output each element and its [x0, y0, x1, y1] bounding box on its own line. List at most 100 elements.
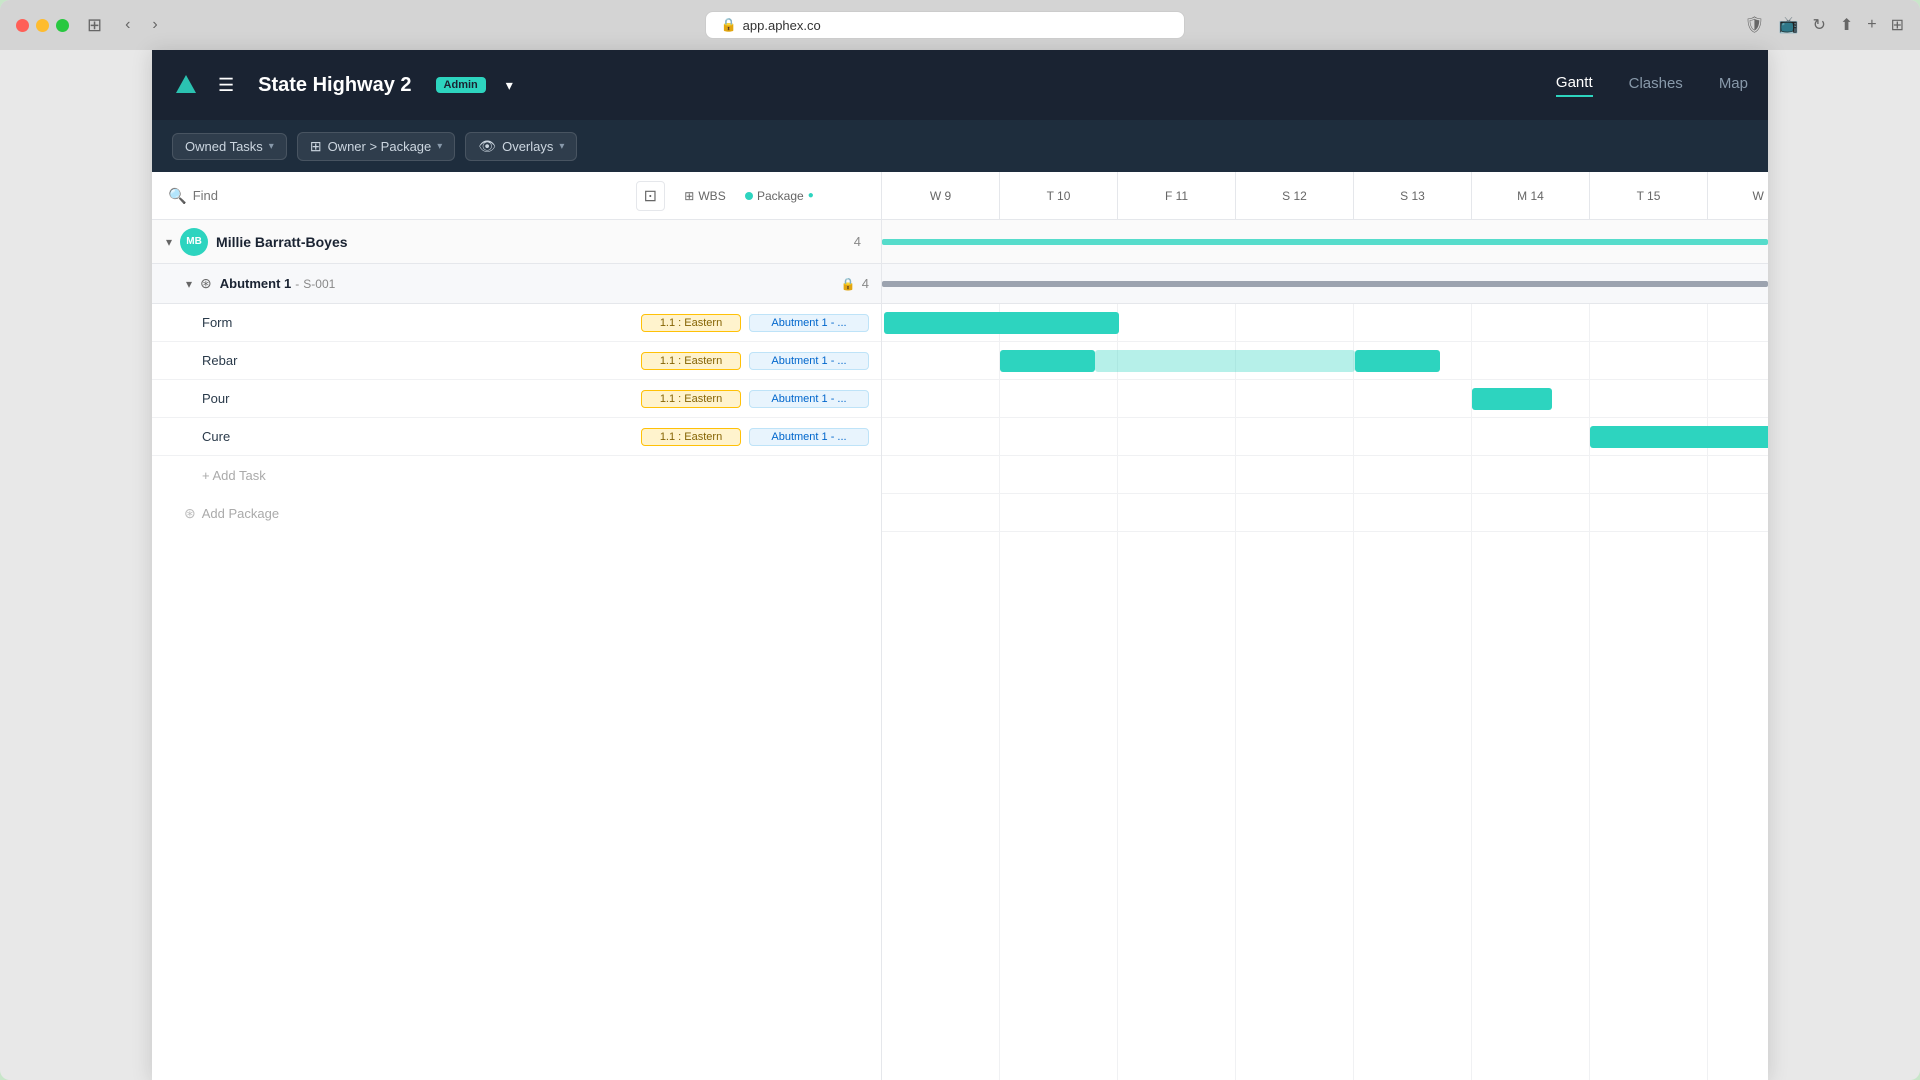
owner-package-label: Owner > Package [328, 139, 432, 154]
search-icon: 🔍 [168, 187, 187, 205]
package-code: - [295, 277, 299, 291]
grid-icon: ⊞ [684, 189, 694, 203]
tab-gantt[interactable]: Gantt [1556, 74, 1593, 97]
group-name: Millie Barratt-Boyes [216, 234, 854, 250]
pour-gantt-bar[interactable] [1472, 388, 1552, 410]
owned-tasks-chevron-icon: ▾ [269, 141, 274, 152]
gantt-week-9: W 9 [882, 172, 1000, 219]
refresh-icon[interactable]: ↻ [1812, 15, 1825, 35]
minimize-button[interactable] [36, 19, 49, 32]
package-count: 4 [862, 276, 869, 291]
share-icon[interactable]: ⬆ [1840, 15, 1853, 35]
gantt-row-cure [882, 418, 1768, 456]
tab-map[interactable]: Map [1719, 75, 1748, 96]
wbs-tag: 1.1 : Eastern [641, 390, 741, 408]
group-gantt-bar [882, 239, 1768, 245]
gantt-body [882, 220, 1768, 1080]
main-content: 🔍 ⊡ ⊞ WBS Package ● [152, 172, 1768, 1080]
sidebar-toggle-icon[interactable]: ⊞ [81, 13, 108, 38]
owned-tasks-button[interactable]: Owned Tasks ▾ [172, 133, 287, 160]
package-gantt-bar [882, 281, 1768, 287]
table-row: Cure 1.1 : Eastern Abutment 1 - ... [152, 418, 881, 456]
table-row: Pour 1.1 : Eastern Abutment 1 - ... [152, 380, 881, 418]
gantt-week-15: T 15 [1590, 172, 1708, 219]
browser-window: ⊞ ‹ › 🔒 app.aphex.co 🛡 📺 ↻ ⬆ + ⊞ ☰ [0, 0, 1920, 1080]
url-text: app.aphex.co [743, 18, 821, 33]
package-active-indicator: ● [808, 190, 814, 201]
add-task-row[interactable]: + Add Task [152, 456, 881, 494]
shield-icon[interactable]: 🛡 [1744, 15, 1764, 35]
gantt-row-empty-1 [882, 456, 1768, 494]
gantt-panel: W 9 T 10 F 11 S 12 S 13 M 14 [882, 172, 1768, 1080]
owner-package-button[interactable]: ⊞ Owner > Package ▾ [297, 132, 455, 161]
close-button[interactable] [16, 19, 29, 32]
package-tag: Abutment 1 - ... [749, 352, 869, 370]
gantt-row-rebar [882, 342, 1768, 380]
rebar-gantt-bar-solid[interactable] [1000, 350, 1095, 372]
overlays-chevron-icon: ▾ [559, 141, 564, 152]
url-bar-container: 🔒 app.aphex.co [175, 11, 1716, 39]
gantt-row-pour [882, 380, 1768, 418]
columns-toggle-button[interactable]: ⊡ [636, 181, 665, 211]
nav-tabs: Gantt Clashes Map [1556, 74, 1748, 97]
left-panel: 🔍 ⊡ ⊞ WBS Package ● [152, 172, 882, 1080]
gantt-week-10: T 10 [1000, 172, 1118, 219]
layers-icon: ⊛ [200, 275, 212, 292]
form-gantt-bar[interactable] [884, 312, 1119, 334]
package-tag: Abutment 1 - ... [749, 428, 869, 446]
forward-button[interactable]: › [147, 14, 162, 36]
app-logo: ☰ State Highway 2 Admin ▾ [172, 71, 513, 99]
wbs-column-header: ⊞ WBS [665, 189, 745, 203]
gantt-week-13: S 13 [1354, 172, 1472, 219]
admin-badge: Admin [436, 77, 486, 93]
add-package-label: Add Package [202, 506, 279, 521]
table-row: Form 1.1 : Eastern Abutment 1 - ... [152, 304, 881, 342]
browser-titlebar: ⊞ ‹ › 🔒 app.aphex.co 🛡 📺 ↻ ⬆ + ⊞ [0, 0, 1920, 50]
overlays-icon: 👁 [478, 138, 496, 155]
aphex-logo-icon [172, 71, 200, 99]
maximize-button[interactable] [56, 19, 69, 32]
overlays-button[interactable]: 👁 Overlays ▾ [465, 132, 577, 161]
group-count: 4 [854, 234, 861, 249]
url-bar[interactable]: 🔒 app.aphex.co [705, 11, 1185, 39]
search-input[interactable] [193, 188, 393, 203]
cast-icon[interactable]: 📺 [1779, 15, 1799, 35]
package-code-value: S-001 [303, 277, 335, 291]
package-tag: Abutment 1 - ... [749, 390, 869, 408]
table-body: ▾ MB Millie Barratt-Boyes 4 ▾ ⊛ Abutment… [152, 220, 881, 1080]
gantt-row-form [882, 304, 1768, 342]
table-header: 🔍 ⊡ ⊞ WBS Package ● [152, 172, 881, 220]
grid-icon[interactable]: ⊞ [1891, 15, 1904, 35]
rebar-gantt-bar-solid2[interactable] [1355, 350, 1440, 372]
task-name: Form [202, 315, 641, 330]
gantt-header: W 9 T 10 F 11 S 12 S 13 M 14 [882, 172, 1768, 220]
new-tab-icon[interactable]: + [1867, 16, 1876, 34]
layers-add-icon: ⊛ [184, 505, 196, 522]
add-package-row[interactable]: ⊛ Add Package [152, 494, 881, 532]
project-chevron-icon[interactable]: ▾ [506, 77, 513, 94]
toolbar: Owned Tasks ▾ ⊞ Owner > Package ▾ 👁 Over… [152, 120, 1768, 172]
wbs-tag: 1.1 : Eastern [641, 314, 741, 332]
project-title: State Highway 2 [258, 74, 411, 97]
traffic-lights [16, 19, 69, 32]
gantt-week-14: M 14 [1472, 172, 1590, 219]
back-button[interactable]: ‹ [120, 14, 135, 36]
table-row: Rebar 1.1 : Eastern Abutment 1 - ... [152, 342, 881, 380]
overlays-label: Overlays [502, 139, 553, 154]
wbs-tag: 1.1 : Eastern [641, 352, 741, 370]
group-row: ▾ MB Millie Barratt-Boyes 4 [152, 220, 881, 264]
cure-gantt-bar[interactable] [1590, 426, 1768, 448]
task-name: Pour [202, 391, 641, 406]
lock-icon: 🔒 [720, 17, 736, 33]
app-container: ☰ State Highway 2 Admin ▾ Gantt Clashes … [152, 50, 1768, 1080]
package-icon: ⊞ [310, 138, 322, 155]
hamburger-menu-button[interactable]: ☰ [218, 75, 234, 96]
gantt-week-11: F 11 [1118, 172, 1236, 219]
package-expand-button[interactable]: ▾ [184, 275, 194, 293]
lock-icon: 🔒 [841, 277, 856, 291]
search-area: 🔍 [168, 187, 636, 205]
tab-clashes[interactable]: Clashes [1629, 75, 1683, 96]
gantt-row-group [882, 220, 1768, 264]
gantt-week-12: S 12 [1236, 172, 1354, 219]
group-expand-button[interactable]: ▾ [164, 233, 174, 251]
